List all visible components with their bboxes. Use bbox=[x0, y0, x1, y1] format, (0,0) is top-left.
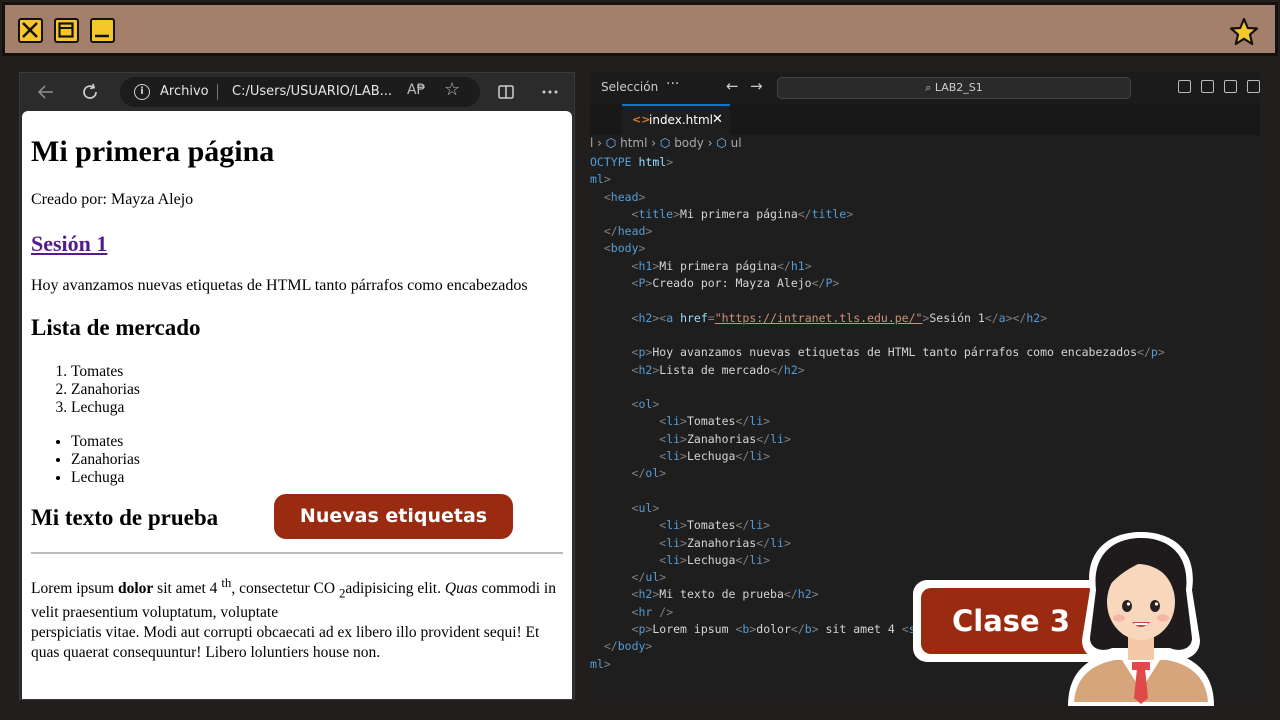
read-aloud-icon[interactable]: A₱ bbox=[407, 82, 425, 98]
intro-paragraph: Hoy avanzamos nuevas etiquetas de HTML t… bbox=[31, 277, 528, 294]
address-bar[interactable]: i Archivo C:/Users/USUARIO/LAB... A₱ ☆ bbox=[120, 77, 480, 107]
favorite-star-icon[interactable]: ☆ bbox=[444, 79, 460, 100]
breadcrumb-separator-icon: l › bbox=[590, 136, 602, 150]
nav-forward-icon[interactable]: → bbox=[750, 77, 763, 95]
info-icon[interactable]: i bbox=[134, 84, 150, 100]
lorem-text: Lorem ipsum bbox=[31, 580, 118, 598]
address-url[interactable]: C:/Users/USUARIO/LAB... bbox=[232, 84, 392, 99]
address-origin: Archivo bbox=[160, 84, 209, 99]
search-text: LAB2_S1 bbox=[934, 81, 983, 94]
editor-tabs: <> index.html ✕ bbox=[590, 104, 1260, 135]
tab-index-html[interactable]: <> index.html ✕ bbox=[622, 104, 730, 135]
list-item: Tomates bbox=[71, 433, 140, 451]
horizontal-rule bbox=[31, 552, 563, 554]
star-icon[interactable] bbox=[1229, 17, 1259, 47]
element-icon: ⬡ bbox=[659, 136, 671, 150]
list-item: Lechuga bbox=[71, 469, 140, 487]
tab-label: index.html bbox=[649, 113, 713, 127]
teacher-avatar bbox=[1068, 532, 1214, 706]
command-search[interactable]: ⌕ LAB2_S1 bbox=[777, 77, 1131, 99]
more-options-icon[interactable] bbox=[540, 82, 560, 102]
minimize-window-button[interactable] bbox=[90, 18, 115, 43]
nav-back-icon[interactable]: ← bbox=[726, 77, 739, 95]
close-icon bbox=[22, 22, 38, 38]
new-tags-badge: Nuevas etiquetas bbox=[274, 494, 513, 539]
toggle-panel-icon[interactable] bbox=[1201, 80, 1214, 93]
minimize-icon bbox=[95, 34, 109, 38]
customize-layout-icon[interactable] bbox=[1247, 80, 1260, 93]
lorem-text: perspiciatis vitae. Modi aut corrupti ob… bbox=[31, 624, 540, 662]
editor-title-bar: Selección ··· ← → ⌕ LAB2_S1 bbox=[590, 72, 1260, 104]
html-file-icon: <> bbox=[632, 113, 651, 126]
test-text-heading: Mi texto de prueba bbox=[31, 505, 219, 530]
lorem-text: , consectetur CO bbox=[231, 580, 339, 598]
rendered-page: Mi primera página Creado por: Mayza Alej… bbox=[22, 111, 572, 699]
close-window-button[interactable] bbox=[18, 18, 43, 43]
breadcrumb: l › ⬡ html › ⬡ body › ⬡ ul bbox=[590, 136, 742, 150]
search-icon: ⌕ bbox=[925, 81, 932, 94]
lorem-paragraph: Lorem ipsum dolor sit amet 4 th, consect… bbox=[31, 573, 563, 663]
element-icon: ⬡ bbox=[716, 136, 727, 150]
lorem-superscript: th bbox=[221, 575, 232, 590]
toggle-secondary-sidebar-icon[interactable] bbox=[1224, 80, 1237, 93]
page-heading: Mi primera página bbox=[31, 135, 275, 168]
created-by-text: Creado por: Mayza Alejo bbox=[31, 191, 194, 208]
list-item: Zanahorias bbox=[71, 381, 140, 399]
breadcrumb-item[interactable]: ul bbox=[731, 136, 742, 150]
split-screen-icon[interactable] bbox=[496, 82, 516, 102]
browser-window: i Archivo C:/Users/USUARIO/LAB... A₱ ☆ M… bbox=[19, 72, 575, 700]
lorem-bold: dolor bbox=[117, 580, 154, 598]
lorem-text: sit amet 4 bbox=[153, 580, 222, 598]
refresh-icon[interactable] bbox=[80, 82, 100, 102]
session-link[interactable]: Sesión 1 bbox=[31, 231, 107, 257]
close-tab-icon[interactable]: ✕ bbox=[712, 112, 723, 127]
maximize-icon bbox=[58, 22, 74, 38]
toggle-sidebar-icon[interactable] bbox=[1178, 80, 1191, 93]
address-separator bbox=[217, 84, 218, 100]
maximize-window-button[interactable] bbox=[54, 18, 79, 43]
lorem-italic: Quas bbox=[444, 580, 478, 598]
unordered-list: Tomates Zanahorias Lechuga bbox=[31, 433, 140, 487]
back-icon[interactable] bbox=[36, 82, 56, 102]
browser-toolbar: i Archivo C:/Users/USUARIO/LAB... A₱ ☆ bbox=[20, 73, 574, 111]
breadcrumb-item[interactable]: html bbox=[620, 136, 647, 150]
market-list-heading: Lista de mercado bbox=[31, 315, 201, 340]
list-item: Zanahorias bbox=[71, 451, 140, 469]
list-item: Tomates bbox=[71, 363, 140, 381]
element-icon: ⬡ bbox=[605, 136, 617, 150]
menu-selection[interactable]: Selección bbox=[601, 80, 658, 94]
breadcrumb-item[interactable]: body bbox=[674, 136, 704, 150]
more-menu-icon[interactable]: ··· bbox=[666, 76, 679, 92]
list-item: Lechuga bbox=[71, 399, 140, 417]
ordered-list: Tomates Zanahorias Lechuga bbox=[31, 363, 140, 417]
title-bar bbox=[2, 2, 1278, 56]
lorem-text: adipisicing elit. bbox=[345, 580, 445, 598]
stage: i Archivo C:/Users/USUARIO/LAB... A₱ ☆ M… bbox=[0, 0, 1280, 720]
